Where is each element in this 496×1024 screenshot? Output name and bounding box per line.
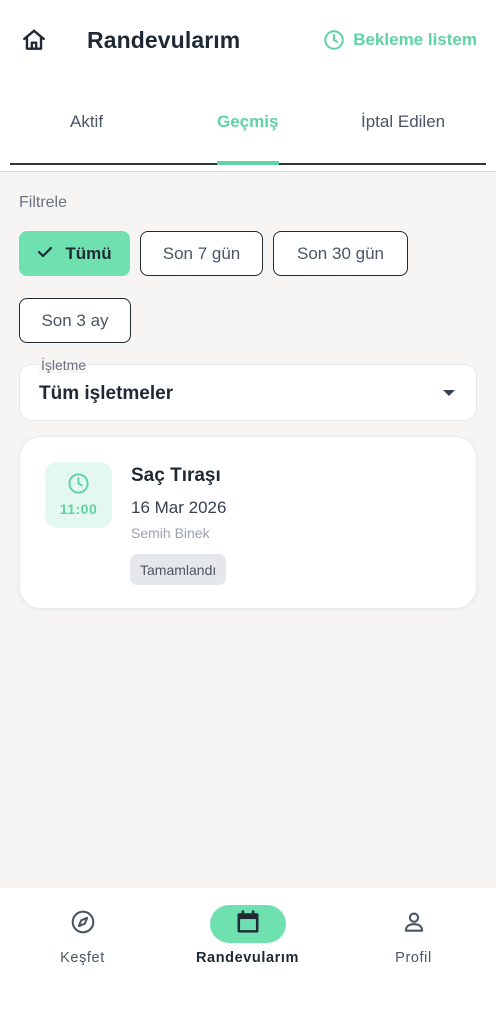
app-bar: Randevularım Bekleme listem [0,0,496,82]
status-badge: Tamamlandı [130,554,227,585]
waitlist-label: Bekleme listem [353,30,477,49]
tab-cancelled[interactable]: İptal Edilen [361,112,445,132]
check-icon [37,244,53,264]
active-tab-indicator [217,161,279,165]
tab-active[interactable]: Aktif [70,112,103,132]
nav-item-appointments[interactable]: Randevularım [165,888,330,988]
appointment-staff: Semih Binek [131,525,210,541]
home-button[interactable] [18,26,50,58]
nav-label: Profil [395,950,432,966]
person-icon [401,909,427,940]
divider [0,171,496,172]
appointment-card[interactable]: 11:00 Saç Tıraşı 16 Mar 2026 Semih Binek… [19,436,477,609]
appointment-date: 16 Mar 2026 [131,498,227,517]
appointment-service: Saç Tıraşı [131,465,221,486]
calendar-icon [234,908,262,941]
filter-chip-30-days[interactable]: Son 30 gün [273,231,408,276]
nav-label: Randevularım [195,950,300,966]
business-select-value: Tüm işletmeler [39,383,174,404]
chip-label: Tümü [65,243,112,263]
nav-label: Keşfet [60,950,105,966]
tab-history[interactable]: Geçmiş [217,112,278,132]
page-title: Randevularım [87,27,241,53]
dropdown-arrow-icon [443,390,455,396]
tab-underline [10,163,217,165]
nav-icon-container [45,905,121,943]
filter-chip-7-days[interactable]: Son 7 gün [140,231,263,276]
business-select[interactable]: İşletme Tüm işletmeler [19,357,477,421]
nav-icon-container [376,905,452,943]
bottom-navigation: Keşfet Randevularım Profil [0,888,496,1024]
compass-icon [70,909,96,940]
appointment-time-box: 11:00 [45,462,112,528]
business-select-label: İşletme [39,357,89,373]
appointment-time: 11:00 [59,501,98,517]
filter-label: Filtrele [19,194,68,211]
nav-icon-container [209,905,286,943]
tab-underline [279,163,486,165]
filter-chip-3-months[interactable]: Son 3 ay [19,298,131,343]
filter-chip-all[interactable]: Tümü [19,231,130,276]
clock-icon [323,29,345,51]
tab-bar: Aktif Geçmiş İptal Edilen [0,82,496,172]
waitlist-button[interactable]: Bekleme listem [323,29,477,51]
nav-item-explore[interactable]: Keşfet [0,888,165,988]
home-icon [21,27,47,58]
nav-item-profile[interactable]: Profil [331,888,496,988]
